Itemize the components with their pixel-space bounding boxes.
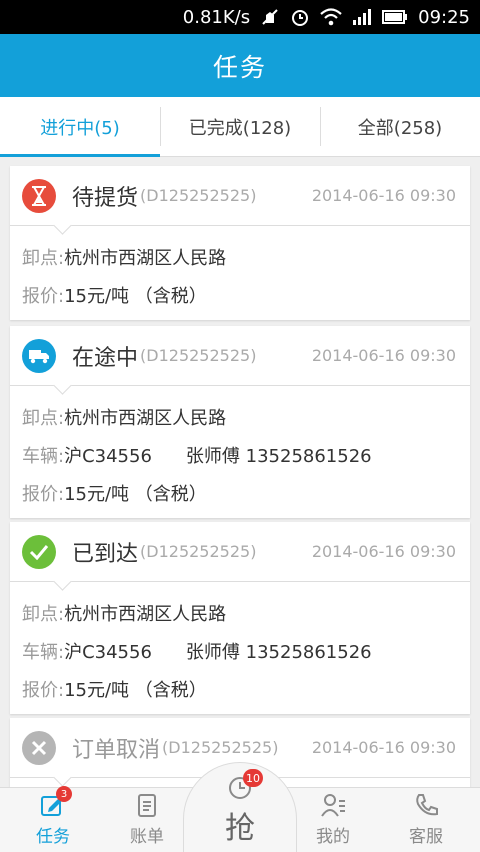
price-value: 15元/吨 （含税） (64, 680, 207, 701)
grab-badge: 10 (243, 769, 263, 787)
network-speed: 0.81K/s (182, 6, 251, 28)
task-card-header: 已到达 (D125252525) 2014-06-16 09:30 (10, 522, 470, 582)
unload-row: 卸点: 杭州市西湖区人民路 (22, 238, 458, 276)
plate-value: 沪C34556 (64, 642, 152, 663)
order-number: (D125252525) (162, 738, 279, 757)
mute-icon (262, 9, 278, 25)
order-number: (D125252525) (140, 346, 257, 365)
nav-mine-label: 我的 (316, 827, 350, 847)
vehicle-row: 车辆: 沪C34556 张师傅 13525861526 (22, 632, 458, 670)
price-label: 报价: (22, 680, 65, 701)
nav-task-badge: 3 (56, 786, 72, 802)
hourglass-icon (22, 178, 56, 213)
task-time: 2014-06-16 09:30 (311, 542, 456, 561)
nav-bill[interactable]: 账单 (101, 788, 193, 852)
vehicle-row: 车辆: 沪C34556 张师傅 13525861526 (22, 436, 458, 474)
task-status: 待提货 (72, 185, 139, 211)
status-bar: 0.81K/s 09:25 (0, 0, 480, 34)
order-number: (D125252525) (140, 542, 257, 561)
app-bar: 任务 (0, 34, 480, 97)
nav-mine[interactable]: 我的 (287, 788, 379, 852)
phone-icon (413, 792, 439, 818)
check-icon (22, 534, 56, 569)
grab-label: 抢 (225, 811, 255, 846)
unload-row: 卸点: 杭州市西湖区人民路 (22, 398, 458, 436)
task-card[interactable]: 已到达 (D125252525) 2014-06-16 09:30 卸点: 杭州市… (10, 522, 470, 714)
task-status: 已到达 (72, 541, 139, 567)
page-title: 任务 (212, 52, 267, 82)
unload-value: 杭州市西湖区人民路 (64, 408, 227, 429)
battery-icon (382, 10, 408, 24)
nav-task[interactable]: 3 任务 (7, 786, 99, 852)
unload-value: 杭州市西湖区人民路 (64, 604, 227, 625)
nav-task-label: 任务 (36, 827, 70, 847)
price-row: 报价: 15元/吨 （含税） (22, 276, 458, 314)
tab-all[interactable]: 全部(258) (320, 97, 480, 156)
plate-value: 沪C34556 (64, 446, 152, 467)
clipboard-icon (134, 792, 160, 818)
price-value: 15元/吨 （含税） (64, 286, 207, 307)
price-label: 报价: (22, 484, 65, 505)
task-status: 订单取消 (72, 737, 161, 763)
nav-bill-label: 账单 (130, 827, 164, 847)
task-card[interactable]: 在途中 (D125252525) 2014-06-16 09:30 卸点: 杭州市… (10, 326, 470, 518)
close-circle-icon (22, 730, 56, 765)
task-card-header: 在途中 (D125252525) 2014-06-16 09:30 (10, 326, 470, 386)
vehicle-label: 车辆: (22, 446, 65, 467)
tab-in-progress[interactable]: 进行中(5) (0, 97, 160, 157)
driver-value: 张师傅 13525861526 (185, 642, 372, 663)
unload-label: 卸点: (22, 604, 65, 625)
task-card[interactable]: 待提货 (D125252525) 2014-06-16 09:30 卸点: 杭州市… (10, 166, 470, 320)
truck-icon (22, 338, 56, 373)
task-card-header: 待提货 (D125252525) 2014-06-16 09:30 (10, 166, 470, 226)
task-card-body: 卸点: 杭州市西湖区人民路 车辆: 沪C34556 张师傅 13525861526 报… (10, 386, 470, 518)
driver-value: 张师傅 13525861526 (185, 446, 372, 467)
tab-completed[interactable]: 已完成(128) (160, 97, 320, 156)
unload-value: 杭州市西湖区人民路 (64, 248, 227, 269)
task-card-body: 卸点: 杭州市西湖区人民路 车辆: 沪C34556 张师傅 13525861526 报… (10, 582, 470, 714)
unload-label: 卸点: (22, 408, 65, 429)
clock-time: 09:25 (418, 6, 470, 28)
task-list: 待提货 (D125252525) 2014-06-16 09:30 卸点: 杭州市… (0, 157, 480, 787)
vehicle-label: 车辆: (22, 642, 65, 663)
task-time: 2014-06-16 09:30 (311, 346, 456, 365)
profile-icon (320, 792, 346, 818)
price-row: 报价: 15元/吨 （含税） (22, 474, 458, 512)
task-time: 2014-06-16 09:30 (311, 738, 456, 757)
unload-row: 卸点: 杭州市西湖区人民路 (22, 594, 458, 632)
task-card-body: 卸点: 杭州市西湖区人民路 报价: 15元/吨 （含税） (10, 226, 470, 320)
nav-service-label: 客服 (409, 827, 443, 847)
price-row: 报价: 15元/吨 （含税） (22, 670, 458, 708)
clock-icon: 10 (227, 769, 263, 801)
task-status: 在途中 (72, 345, 139, 371)
price-label: 报价: (22, 286, 65, 307)
signal-icon (353, 9, 372, 25)
order-number: (D125252525) (140, 186, 257, 205)
alarm-icon (292, 10, 309, 26)
unload-label: 卸点: (22, 248, 65, 269)
nav-service[interactable]: 客服 (380, 788, 472, 852)
wifi-icon (320, 8, 342, 26)
task-time: 2014-06-16 09:30 (311, 186, 456, 205)
status-tabs: 进行中(5) 已完成(128) 全部(258) (0, 97, 480, 157)
price-value: 15元/吨 （含税） (64, 484, 207, 505)
edit-icon: 3 (40, 786, 72, 818)
